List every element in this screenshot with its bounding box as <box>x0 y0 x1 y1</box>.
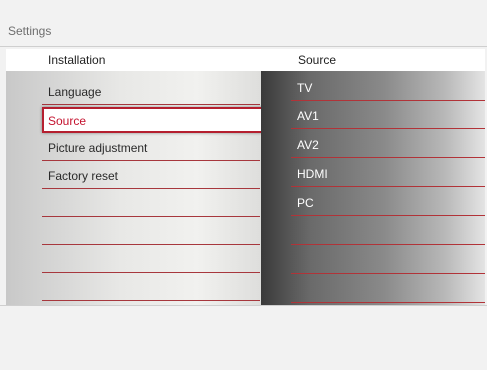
row-divider <box>291 186 485 187</box>
source-item-label: PC <box>297 196 314 210</box>
row-divider <box>42 300 260 301</box>
menu-item-language[interactable]: Language <box>42 77 260 105</box>
menu-item-label: Source <box>48 114 87 128</box>
column-header-bar: Installation Source <box>6 49 485 71</box>
menu-item-label: Language <box>48 85 102 99</box>
source-empty-row <box>291 246 485 274</box>
source-item-hdmi[interactable]: HDMI <box>291 159 485 187</box>
menu-item-factory-reset[interactable]: Factory reset <box>42 161 260 189</box>
row-divider <box>291 273 485 274</box>
menu-item-source-selected[interactable]: Source <box>42 107 264 133</box>
row-divider <box>291 302 485 303</box>
row-divider <box>291 244 485 245</box>
menu-empty-row <box>42 245 260 273</box>
installation-column-header: Installation <box>48 53 106 67</box>
menu-empty-row <box>42 273 260 301</box>
row-divider <box>291 157 485 158</box>
source-item-label: HDMI <box>297 167 328 181</box>
row-divider <box>291 215 485 216</box>
menu-item-picture-adjustment[interactable]: Picture adjustment <box>42 133 260 161</box>
row-divider <box>291 128 485 129</box>
source-list: TV AV1 AV2 HDMI PC <box>261 71 485 305</box>
source-column-header: Source <box>298 53 337 67</box>
installation-menu: Language Picture adjustment Factory rese… <box>6 71 264 305</box>
menu-item-label: Picture adjustment <box>48 141 148 155</box>
menu-item-label: Factory reset <box>48 169 119 183</box>
page-title: Settings <box>8 24 52 38</box>
footer-divider <box>0 305 487 306</box>
source-item-tv[interactable]: TV <box>291 73 485 101</box>
source-item-av1[interactable]: AV1 <box>291 101 485 129</box>
source-item-label: TV <box>297 81 313 95</box>
header-divider <box>0 46 487 47</box>
source-item-pc[interactable]: PC <box>291 188 485 216</box>
source-empty-row <box>291 275 485 303</box>
source-item-label: AV2 <box>297 138 319 152</box>
source-item-label: AV1 <box>297 109 319 123</box>
menu-empty-row <box>42 217 260 245</box>
menu-empty-row <box>42 189 260 217</box>
source-item-av2[interactable]: AV2 <box>291 130 485 158</box>
source-empty-row <box>291 217 485 245</box>
